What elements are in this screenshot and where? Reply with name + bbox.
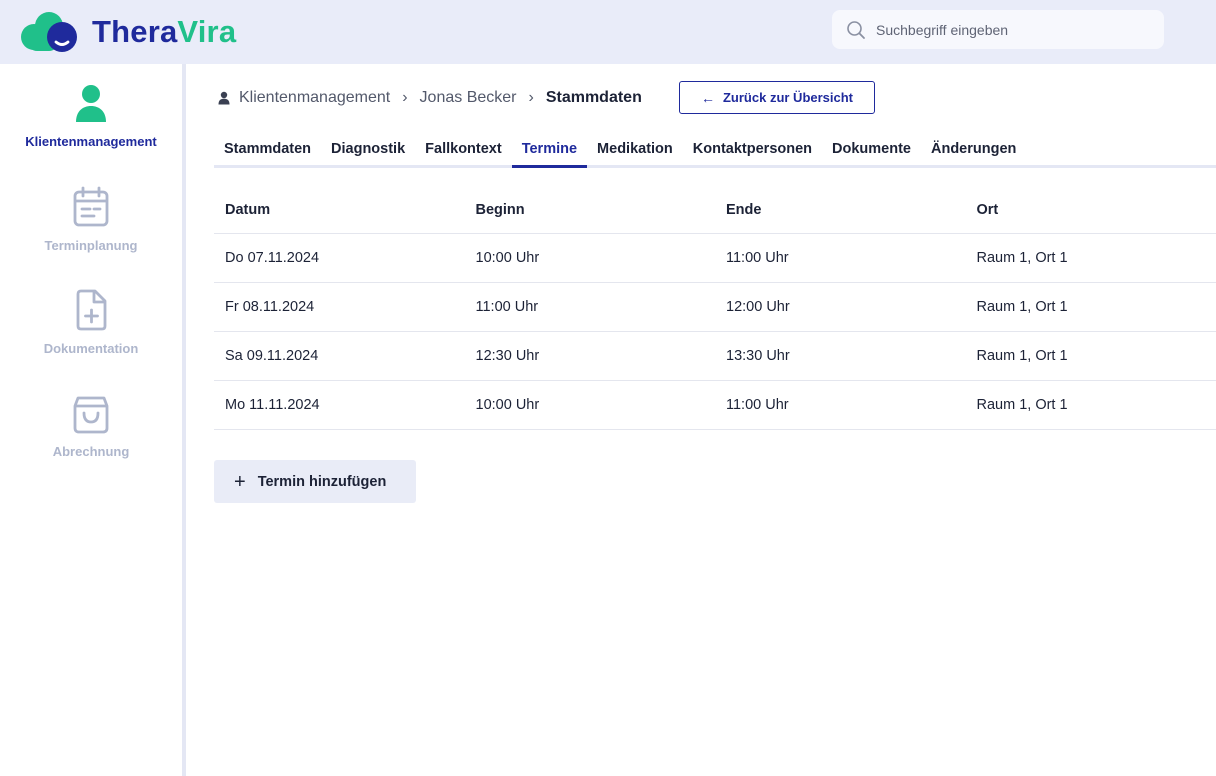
shopping-bag-icon — [73, 396, 109, 434]
search-icon — [847, 20, 865, 39]
tab-kontaktpersonen[interactable]: Kontaktpersonen — [683, 134, 822, 165]
cell-ende: 13:30 Uhr — [726, 348, 790, 364]
tab-stammdaten[interactable]: Stammdaten — [214, 134, 321, 165]
column-header-ende: Ende — [726, 201, 762, 218]
app-name: TheraVira — [92, 10, 236, 54]
tab-bar: Stammdaten Diagnostik Fallkontext Termin… — [214, 134, 1216, 168]
column-header-datum: Datum — [225, 201, 271, 218]
cell-datum: Fr 08.11.2024 — [225, 299, 315, 315]
table-row[interactable]: Do 07.11.2024 10:00 Uhr 11:00 Uhr Raum 1… — [214, 234, 1216, 283]
breadcrumb-item-klientenmanagement[interactable]: Klientenmanagement — [239, 89, 390, 107]
column-header-ort: Ort — [976, 201, 999, 218]
breadcrumb: Klientenmanagement › Jonas Becker › Stam… — [218, 86, 642, 110]
sidebar-item-label: Terminplanung — [44, 238, 138, 253]
appointments-table: Datum Beginn Ende Ort Do 07.11.2024 10:0… — [214, 186, 1216, 430]
table-row[interactable]: Sa 09.11.2024 12:30 Uhr 13:30 Uhr Raum 1… — [214, 332, 1216, 381]
cell-ort: Raum 1, Ort 1 — [976, 348, 1068, 364]
tab-diagnostik[interactable]: Diagnostik — [321, 134, 415, 165]
plus-icon: + — [234, 470, 246, 493]
top-bar: TheraVira — [0, 0, 1216, 64]
cell-beginn: 11:00 Uhr — [475, 299, 539, 315]
tab-medikation[interactable]: Medikation — [587, 134, 683, 165]
tab-dokumente[interactable]: Dokumente — [822, 134, 921, 165]
search-input[interactable] — [876, 21, 1146, 38]
user-icon — [76, 85, 106, 122]
breadcrumb-item-current: Stammdaten — [545, 89, 642, 106]
back-to-overview-button[interactable]: ← Zurück zur Übersicht — [679, 81, 875, 114]
table-row[interactable]: Mo 11.11.2024 10:00 Uhr 11:00 Uhr Raum 1… — [214, 381, 1216, 430]
add-appointment-button[interactable]: + Termin hinzufügen — [214, 460, 416, 503]
app-name-part1: Thera — [92, 14, 178, 49]
column-header-beginn: Beginn — [475, 201, 525, 218]
cell-ort: Raum 1, Ort 1 — [976, 397, 1068, 413]
tab-fallkontext[interactable]: Fallkontext — [415, 134, 512, 165]
cell-ende: 11:00 Uhr — [726, 397, 789, 413]
sidebar: Klientenmanagement Terminplanung Dokumen… — [0, 64, 186, 776]
sidebar-item-label: Abrechnung — [52, 444, 130, 459]
cell-ende: 12:00 Uhr — [726, 299, 790, 315]
cloud-logo-icon — [21, 12, 77, 52]
document-add-icon — [76, 289, 107, 331]
breadcrumb-separator: › — [528, 89, 534, 106]
sidebar-item-label: Dokumentation — [43, 341, 139, 356]
cell-ende: 11:00 Uhr — [726, 250, 789, 266]
sidebar-item-dokumentation[interactable]: Dokumentation — [0, 289, 182, 356]
cell-datum: Sa 09.11.2024 — [225, 348, 319, 364]
table-header-row: Datum Beginn Ende Ort — [214, 186, 1216, 234]
user-icon — [218, 91, 230, 105]
app-logo[interactable]: TheraVira — [20, 10, 236, 54]
sidebar-item-abrechnung[interactable]: Abrechnung — [0, 394, 182, 459]
table-row[interactable]: Fr 08.11.2024 11:00 Uhr 12:00 Uhr Raum 1… — [214, 283, 1216, 332]
cell-beginn: 12:30 Uhr — [475, 348, 540, 364]
cell-ort: Raum 1, Ort 1 — [976, 250, 1068, 266]
cell-beginn: 10:00 Uhr — [475, 397, 540, 413]
breadcrumb-item-client[interactable]: Jonas Becker — [420, 89, 517, 107]
cell-datum: Mo 11.11.2024 — [225, 397, 320, 413]
calendar-icon — [73, 186, 109, 227]
breadcrumb-separator: › — [402, 89, 408, 106]
sidebar-item-label: Klientenmanagement — [25, 134, 157, 149]
back-button-label: Zurück zur Übersicht — [722, 90, 854, 105]
tab-aenderungen[interactable]: Änderungen — [921, 134, 1026, 165]
cell-ort: Raum 1, Ort 1 — [976, 299, 1068, 315]
sidebar-item-klientenmanagement[interactable]: Klientenmanagement — [0, 84, 182, 149]
arrow-left-icon: ← — [700, 89, 715, 106]
sidebar-item-terminplanung[interactable]: Terminplanung — [0, 186, 182, 253]
add-appointment-label: Termin hinzufügen — [257, 473, 387, 490]
cell-beginn: 10:00 Uhr — [475, 250, 540, 266]
search-box[interactable] — [832, 10, 1164, 49]
app-name-part2: Vira — [177, 14, 237, 49]
main-content: Klientenmanagement › Jonas Becker › Stam… — [190, 64, 1216, 776]
cell-datum: Do 07.11.2024 — [225, 250, 320, 266]
tab-termine[interactable]: Termine — [511, 134, 588, 168]
